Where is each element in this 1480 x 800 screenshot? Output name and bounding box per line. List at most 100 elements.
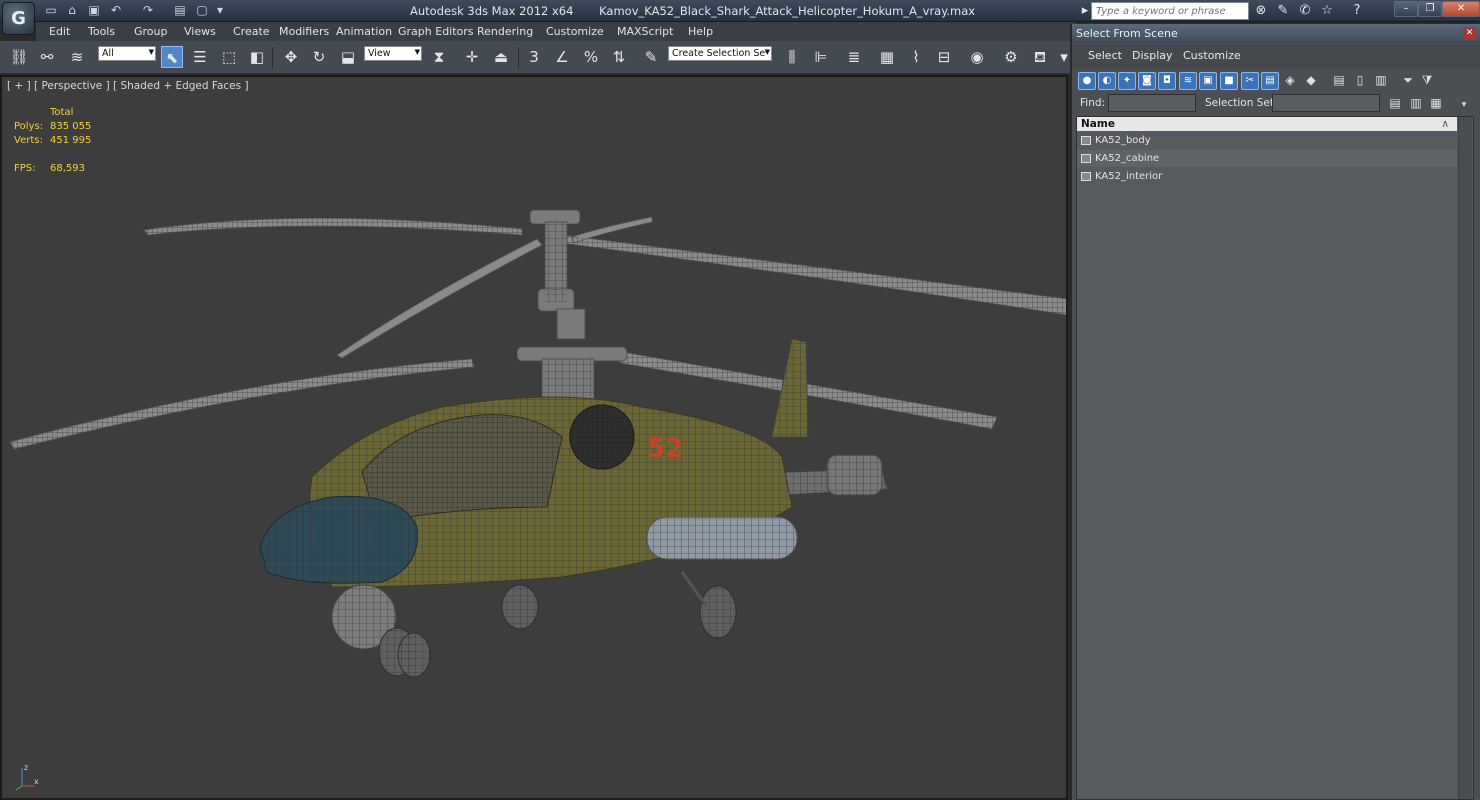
help-icon[interactable]: ? xyxy=(1348,2,1366,20)
menu-group[interactable]: Group xyxy=(134,25,168,38)
menu-modifiers[interactable]: Modifiers xyxy=(279,25,329,38)
schematic-view-icon[interactable]: ⊟ xyxy=(933,46,955,68)
filter-options-icon[interactable]: ⧩ xyxy=(1418,72,1436,90)
list-scrollbar[interactable] xyxy=(1458,117,1472,799)
new-file-icon[interactable]: ▭ xyxy=(43,3,59,18)
rectangular-selection-icon[interactable]: ⬚ xyxy=(218,46,240,68)
align-icon[interactable]: ⊫ xyxy=(810,46,832,68)
dialog-close-button[interactable]: ✕ xyxy=(1463,27,1476,40)
display-space-warps-icon[interactable]: ≋ xyxy=(1179,72,1197,90)
keyword-search-input[interactable] xyxy=(1091,2,1249,20)
pivot-point-center-icon[interactable]: ⧗ xyxy=(428,46,450,68)
create-selection-set-icon[interactable]: ▤ xyxy=(1386,95,1404,113)
select-and-move-icon[interactable]: ✥ xyxy=(280,46,302,68)
curve-editor-icon[interactable]: ⌇ xyxy=(905,46,927,68)
render-production-icon[interactable]: ⛾ xyxy=(1029,46,1051,68)
display-hidden-icon[interactable]: ◆ xyxy=(1302,72,1320,90)
menu-graph-editors[interactable]: Graph Editors xyxy=(398,25,474,38)
dialog-menu-customize[interactable]: Customize xyxy=(1183,49,1241,62)
unlink-selection-icon[interactable]: ⚯ xyxy=(36,46,58,68)
display-helpers-icon[interactable]: ◘ xyxy=(1158,72,1176,90)
display-frozen-icon[interactable]: ◈ xyxy=(1281,72,1299,90)
percent-snap-icon[interactable]: % xyxy=(580,46,602,68)
display-containers-icon[interactable]: ▤ xyxy=(1261,72,1279,90)
select-invert-icon[interactable]: ▥ xyxy=(1372,72,1390,90)
display-groups-icon[interactable]: ▣ xyxy=(1199,72,1217,90)
list-item[interactable]: KA52_cabine xyxy=(1077,150,1457,167)
select-none-icon[interactable]: ▯ xyxy=(1351,72,1369,90)
viewport-label[interactable]: [ + ] [ Perspective ] [ Shaded + Edged F… xyxy=(7,80,249,92)
menu-views[interactable]: Views xyxy=(184,25,216,38)
reference-coordinate-dropdown[interactable]: View xyxy=(364,46,422,61)
edit-named-selection-icon[interactable]: ✎ xyxy=(640,46,662,68)
selection-filter-dropdown[interactable]: All xyxy=(98,46,156,61)
find-input[interactable] xyxy=(1108,94,1196,112)
geometry-object-icon xyxy=(1081,172,1091,181)
maximize-button[interactable]: ❐ xyxy=(1418,1,1442,17)
menu-rendering[interactable]: Rendering xyxy=(477,25,533,38)
display-geometry-icon[interactable]: ● xyxy=(1078,72,1096,90)
spinner-snap-icon[interactable]: ⇅ xyxy=(608,46,630,68)
open-file-icon[interactable]: ⌂ xyxy=(64,3,80,18)
app-logo-button[interactable]: G xyxy=(2,2,35,35)
select-object-icon[interactable]: ⬉ xyxy=(161,46,183,68)
menu-customize[interactable]: Customize xyxy=(546,25,604,38)
display-lights-icon[interactable]: ✦ xyxy=(1118,72,1136,90)
minimize-button[interactable]: – xyxy=(1394,1,1418,17)
dialog-menu-select[interactable]: Select xyxy=(1088,49,1122,62)
select-and-link-icon[interactable]: ⛓ xyxy=(8,46,30,68)
bind-to-space-warp-icon[interactable]: ≋ xyxy=(66,46,88,68)
menu-animation[interactable]: Animation xyxy=(336,25,392,38)
select-all-icon[interactable]: ▤ xyxy=(1330,72,1348,90)
menu-help[interactable]: Help xyxy=(688,25,713,38)
undo-icon[interactable]: ↶ xyxy=(108,3,124,18)
filter-icon[interactable]: ⏷ xyxy=(1399,72,1417,90)
redo-icon[interactable]: ↷ xyxy=(140,3,156,18)
binoculars-icon[interactable]: ⊗ xyxy=(1252,2,1270,20)
select-and-rotate-icon[interactable]: ↻ xyxy=(308,46,330,68)
subscription-icon[interactable]: ✎ xyxy=(1274,2,1292,20)
menu-edit[interactable]: Edit xyxy=(49,25,70,38)
graphite-toggle-icon[interactable]: ▦ xyxy=(876,46,898,68)
display-shapes-icon[interactable]: ◐ xyxy=(1098,72,1116,90)
window-crossing-icon[interactable]: ◧ xyxy=(246,46,268,68)
menu-tools[interactable]: Tools xyxy=(88,25,115,38)
menu-create[interactable]: Create xyxy=(233,25,270,38)
window-layout-icon[interactable]: ▢ xyxy=(194,3,210,18)
select-by-name-icon[interactable]: ☰ xyxy=(189,46,211,68)
display-xrefs-icon[interactable]: ■ xyxy=(1220,72,1238,90)
display-cameras-icon[interactable]: ◙ xyxy=(1138,72,1156,90)
perspective-viewport[interactable]: 52 [ + ] [ Perspective ] [ Shaded + Edge… xyxy=(0,75,1068,800)
list-item[interactable]: KA52_body xyxy=(1077,132,1457,149)
verts-label: Verts: xyxy=(14,135,43,146)
layer-manager-icon[interactable]: ≣ xyxy=(843,46,865,68)
favorites-star-icon[interactable]: ☆ xyxy=(1318,2,1336,20)
selection-set-dropdown[interactable] xyxy=(1272,94,1380,112)
save-file-icon[interactable]: ▣ xyxy=(86,3,102,18)
axis-tripod: z x xyxy=(15,763,39,791)
angle-snap-icon[interactable]: ∠ xyxy=(551,46,573,68)
name-column-header[interactable]: Name ∧ xyxy=(1077,117,1457,131)
remove-from-selection-set-icon[interactable]: ▦ xyxy=(1427,95,1445,113)
mirror-icon[interactable]: ⫼ xyxy=(781,46,803,68)
select-manipulate-icon[interactable]: ✛ xyxy=(461,46,483,68)
material-editor-icon[interactable]: ◉ xyxy=(966,46,988,68)
close-button[interactable]: ✕ xyxy=(1442,1,1480,17)
add-to-selection-set-icon[interactable]: ▥ xyxy=(1407,95,1425,113)
named-selection-set-dropdown[interactable]: Create Selection Se xyxy=(668,46,772,61)
landing-gear xyxy=(378,571,737,678)
select-and-scale-icon[interactable]: ⬓ xyxy=(337,46,359,68)
list-item[interactable]: KA52_interior xyxy=(1077,168,1457,185)
project-folder-icon[interactable]: ▤ xyxy=(172,3,188,18)
quick-access-dropdown-icon[interactable]: ▾ xyxy=(212,3,228,18)
display-bones-icon[interactable]: ✂ xyxy=(1241,72,1259,90)
render-setup-icon[interactable]: ⚙ xyxy=(1000,46,1022,68)
display-filter-toolbar: ● ◐ ✦ ◙ ◘ ≋ ▣ ■ ✂ ▤ ◈ ◆ ▤ ▯ ▥ ⏷ ⧩ xyxy=(1075,70,1479,94)
keyboard-shortcut-override-icon[interactable]: ⏏ xyxy=(490,46,512,68)
helicopter-side-number: 52 xyxy=(647,434,683,464)
communication-icon[interactable]: ✆ xyxy=(1296,2,1314,20)
options-dropdown-icon[interactable]: ▾ xyxy=(1455,97,1473,115)
menu-maxscript[interactable]: MAXScript xyxy=(617,25,673,38)
dialog-menu-display[interactable]: Display xyxy=(1132,49,1173,62)
snaps-toggle-icon[interactable]: 3 xyxy=(523,46,545,68)
